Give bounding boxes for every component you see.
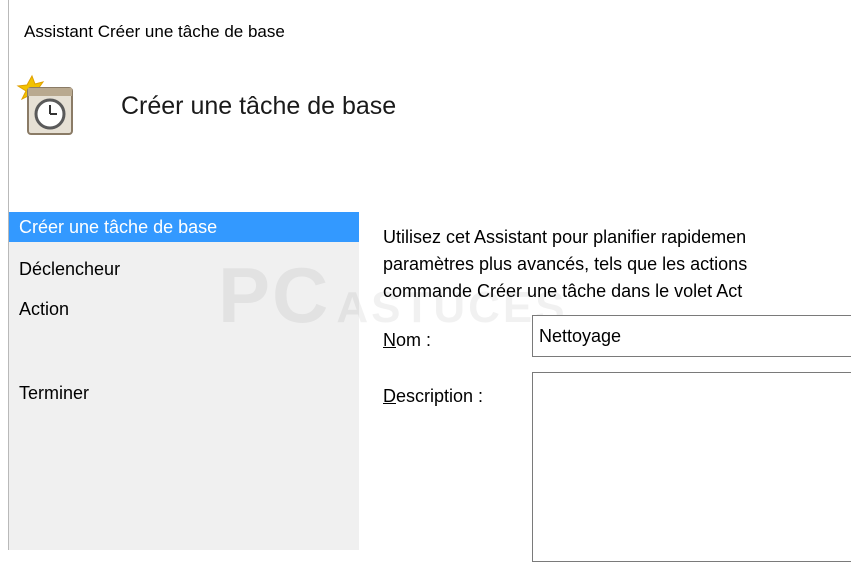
intro-text: Utilisez cet Assistant pour planifier ra… [383, 224, 851, 305]
window-left-border [0, 0, 9, 550]
step-trigger[interactable]: Déclencheur [9, 254, 359, 284]
wizard-header-title: Créer une tâche de base [121, 92, 397, 120]
intro-line: commande Créer une tâche dans le volet A… [383, 281, 743, 301]
intro-line: paramètres plus avancés, tels que les ac… [383, 254, 748, 274]
window-title: Assistant Créer une tâche de base [24, 22, 285, 41]
header-separator [9, 200, 851, 201]
step-create-basic-task[interactable]: Créer une tâche de base [9, 212, 359, 242]
step-action[interactable]: Action [9, 294, 359, 324]
name-input[interactable]: Nettoyage [532, 315, 851, 357]
name-label: Nom : [383, 330, 432, 350]
description-textarea[interactable] [532, 372, 851, 562]
scheduled-task-clock-icon [14, 72, 84, 142]
step-finish[interactable]: Terminer [9, 378, 359, 408]
description-label: Description : [383, 386, 484, 406]
intro-line: Utilisez cet Assistant pour planifier ra… [383, 227, 747, 247]
